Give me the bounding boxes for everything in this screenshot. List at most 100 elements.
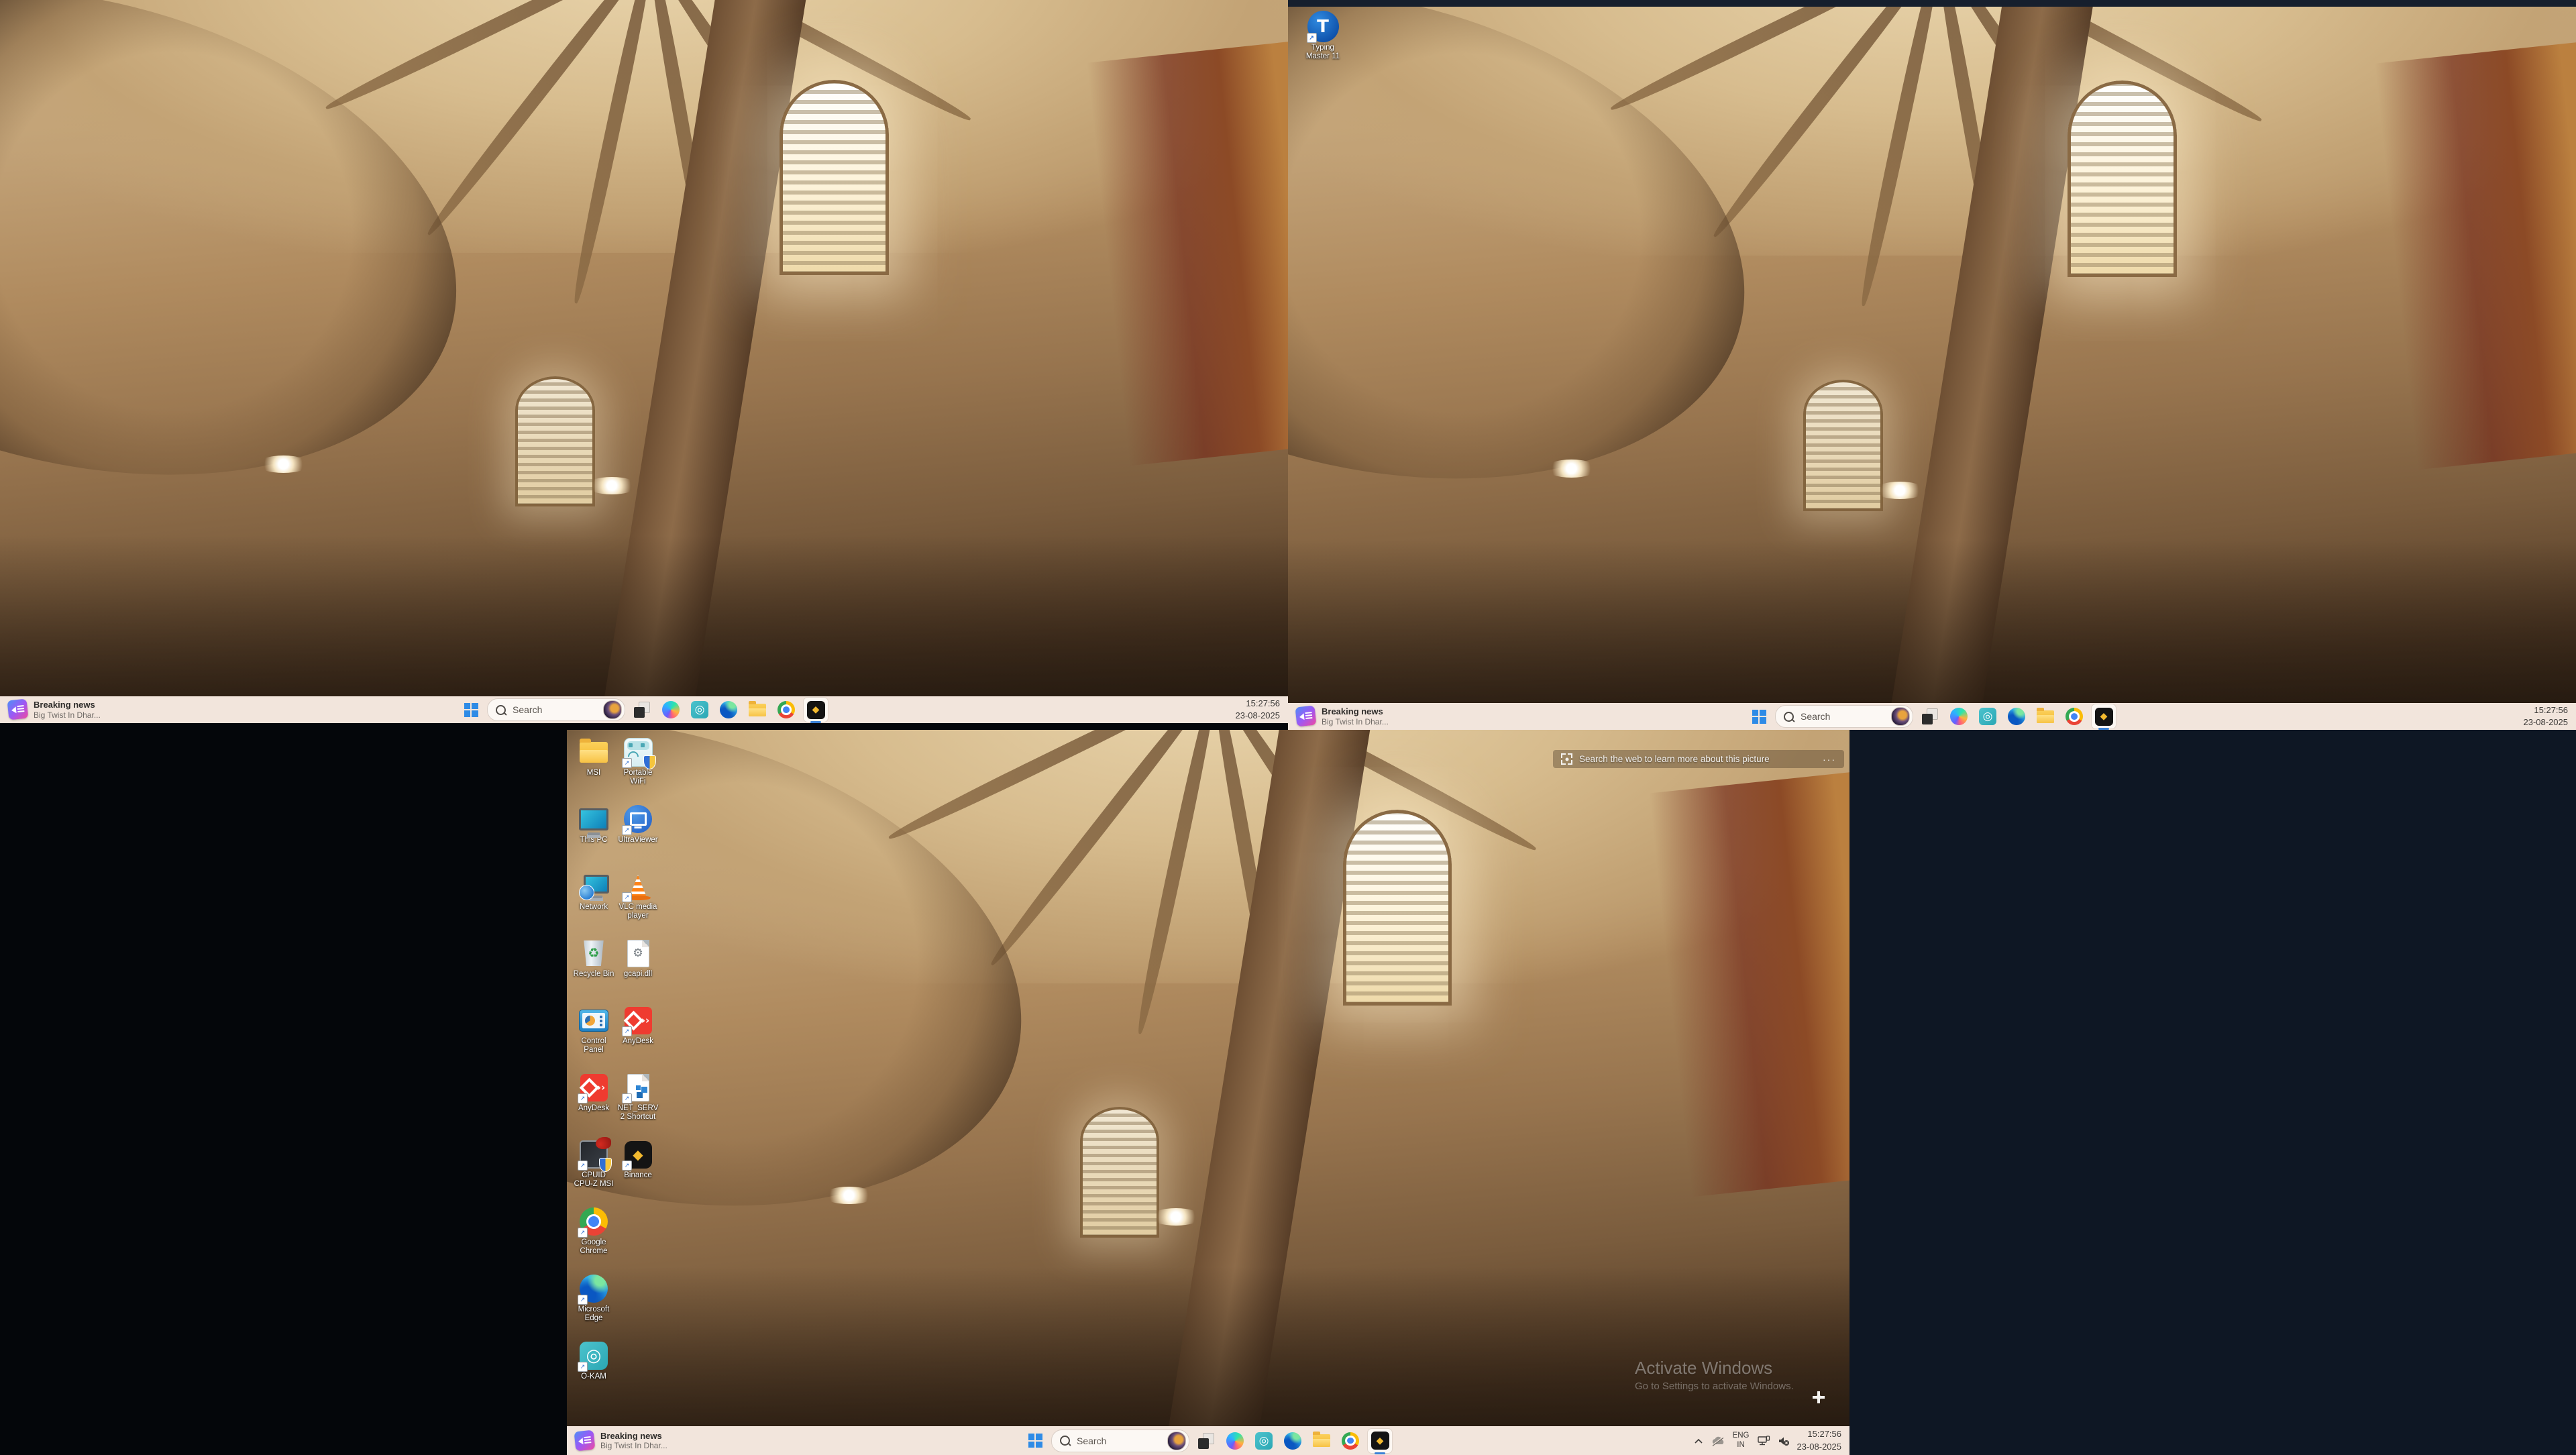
shortcut-arrow-icon <box>578 1362 588 1372</box>
binance-icon: ◆ <box>2095 708 2113 726</box>
file-explorer-button[interactable] <box>1309 1429 1334 1453</box>
shortcut-arrow-icon <box>1307 33 1317 43</box>
edge-button[interactable] <box>1281 1429 1305 1453</box>
binance-button[interactable]: ◆ <box>2091 704 2116 729</box>
bing-daily-image-icon <box>1891 707 1910 726</box>
desktop-icon-grid: MSI This PC Network ♻ Recycle Bin Contro… <box>572 737 659 1407</box>
desktop-icon-label: Typing Master 11 <box>1301 44 1344 61</box>
desktop-icon-anydesk[interactable]: ›› AnyDesk <box>572 1072 615 1139</box>
uac-shield-icon <box>643 755 656 769</box>
desktop-icon-anydesk-2[interactable]: ›› AnyDesk <box>616 1005 659 1072</box>
desktop-icon-edge[interactable]: Microsoft Edge <box>572 1273 615 1340</box>
search-input[interactable] <box>1075 1435 1145 1447</box>
tray-chevron-up-icon[interactable] <box>1694 1438 1703 1444</box>
okam-button[interactable]: ◎ <box>1976 704 2000 729</box>
network-icon[interactable] <box>1757 1436 1770 1446</box>
start-button[interactable] <box>1748 705 1770 728</box>
clock[interactable]: 15:27:56 23-08-2025 <box>1797 1428 1843 1452</box>
binance-icon: ◆ <box>1371 1432 1389 1450</box>
okam-icon: ◎ <box>1979 708 1996 725</box>
desktop-icon-ultraviewer[interactable]: UltraViewer <box>616 804 659 871</box>
taskbar: Breaking news Big Twist In Dhar... ◎ ◆ 1… <box>1288 703 2576 730</box>
search-input[interactable] <box>511 704 581 716</box>
search-icon <box>1060 1436 1070 1446</box>
control-panel-icon <box>579 1010 608 1032</box>
search-icon <box>496 705 506 715</box>
desktop-icon-gcapi[interactable]: ⚙ gcapi.dll <box>616 938 659 1005</box>
widgets-button[interactable]: Breaking news Big Twist In Dhar... <box>8 700 101 720</box>
desktop-icon-net-serv2[interactable]: NET_SERV2 Shortcut <box>616 1072 659 1139</box>
folder-icon <box>1313 1434 1330 1447</box>
copilot-icon <box>662 701 680 718</box>
news-title: Breaking news <box>34 700 101 710</box>
edge-icon <box>2008 708 2025 725</box>
folder-icon <box>749 704 766 716</box>
shortcut-arrow-icon <box>578 1228 588 1238</box>
spotlight-more-button[interactable]: ··· <box>1823 754 1836 765</box>
shortcut-arrow-icon <box>578 1295 588 1305</box>
desktop-icon-this-pc[interactable]: This PC <box>572 804 615 871</box>
task-view-button[interactable] <box>1194 1429 1218 1453</box>
edge-button[interactable] <box>716 698 741 722</box>
desktop-icon-binance[interactable]: ◆ Binance <box>616 1139 659 1206</box>
file-explorer-button[interactable] <box>745 698 769 722</box>
binance-icon: ◆ <box>807 701 825 719</box>
volume-muted-icon[interactable] <box>1778 1436 1790 1446</box>
okam-button[interactable]: ◎ <box>688 698 712 722</box>
spotlight-camera-icon[interactable] <box>1819 1397 1835 1413</box>
recycle-bin-icon: ♻ <box>583 940 604 966</box>
desktop-icon-network[interactable]: Network <box>572 871 615 938</box>
file-explorer-button[interactable] <box>2033 704 2057 729</box>
shortcut-arrow-icon <box>578 1161 588 1171</box>
search-icon <box>1784 712 1794 722</box>
shortcut-arrow-icon <box>622 1093 632 1103</box>
folder-icon <box>2037 710 2054 723</box>
edge-button[interactable] <box>2004 704 2029 729</box>
start-button[interactable] <box>1024 1430 1046 1452</box>
desktop-icon-typing-master[interactable]: Typing Master 11 <box>1297 11 1348 61</box>
search-box[interactable] <box>1051 1430 1189 1452</box>
news-icon <box>574 1430 596 1452</box>
desktop-icon-chrome[interactable]: Google Chrome <box>572 1206 615 1273</box>
desktop-icon-control-panel[interactable]: Control Panel <box>572 1005 615 1072</box>
clock[interactable]: 15:27:56 23-08-2025 <box>1236 698 1289 722</box>
binance-button[interactable]: ◆ <box>1367 1428 1393 1454</box>
desktop-icon-msi[interactable]: MSI <box>572 737 615 804</box>
cathedral-wallpaper <box>1288 0 2576 730</box>
language-indicator[interactable]: ENG IN <box>1733 1432 1750 1450</box>
widgets-button[interactable]: Breaking news Big Twist In Dhar... <box>1296 706 1389 726</box>
copilot-button[interactable] <box>659 698 683 722</box>
windows-logo-icon <box>464 703 478 717</box>
search-box[interactable] <box>1775 705 1913 728</box>
clock-date: 23-08-2025 <box>1236 710 1281 722</box>
chrome-button[interactable] <box>774 698 798 722</box>
search-input[interactable] <box>1799 710 1869 722</box>
task-view-button[interactable] <box>630 698 654 722</box>
copilot-button[interactable] <box>1947 704 1971 729</box>
onedrive-icon[interactable] <box>1711 1436 1725 1446</box>
chrome-icon <box>777 701 795 718</box>
bing-daily-image-icon <box>603 700 622 719</box>
chrome-button[interactable] <box>2062 704 2086 729</box>
binance-button[interactable]: ◆ <box>803 697 828 722</box>
okam-icon: ◎ <box>1255 1432 1273 1450</box>
clock[interactable]: 15:27:56 23-08-2025 <box>2524 704 2576 729</box>
task-view-button[interactable] <box>1918 704 1942 729</box>
start-button[interactable] <box>460 698 482 721</box>
cathedral-wallpaper <box>0 0 1288 723</box>
desktop-icon-portable-wifi[interactable]: Portable WiFi <box>616 737 659 804</box>
okam-button[interactable]: ◎ <box>1252 1429 1276 1453</box>
copilot-button[interactable] <box>1223 1429 1247 1453</box>
desktop-icon-okam[interactable]: ◎ O-KAM <box>572 1340 615 1407</box>
desktop-icon-cpuz[interactable]: CPUID CPU-Z MSI <box>572 1139 615 1206</box>
chrome-button[interactable] <box>1338 1429 1362 1453</box>
widgets-button[interactable]: Breaking news Big Twist In Dhar... <box>575 1431 667 1451</box>
desktop-icon-recycle-bin[interactable]: ♻ Recycle Bin <box>572 938 615 1005</box>
computer-icon <box>579 808 608 830</box>
screen-gap-left <box>0 723 567 1455</box>
monitor-bottom-primary: Search the web to learn more about this … <box>567 730 1849 1455</box>
taskbar: Breaking news Big Twist In Dhar... ◎ ◆ 1… <box>0 696 1288 723</box>
spotlight-search-bar[interactable]: Search the web to learn more about this … <box>1553 750 1844 768</box>
desktop-icon-vlc[interactable]: VLC media player <box>616 871 659 938</box>
search-box[interactable] <box>487 698 625 721</box>
